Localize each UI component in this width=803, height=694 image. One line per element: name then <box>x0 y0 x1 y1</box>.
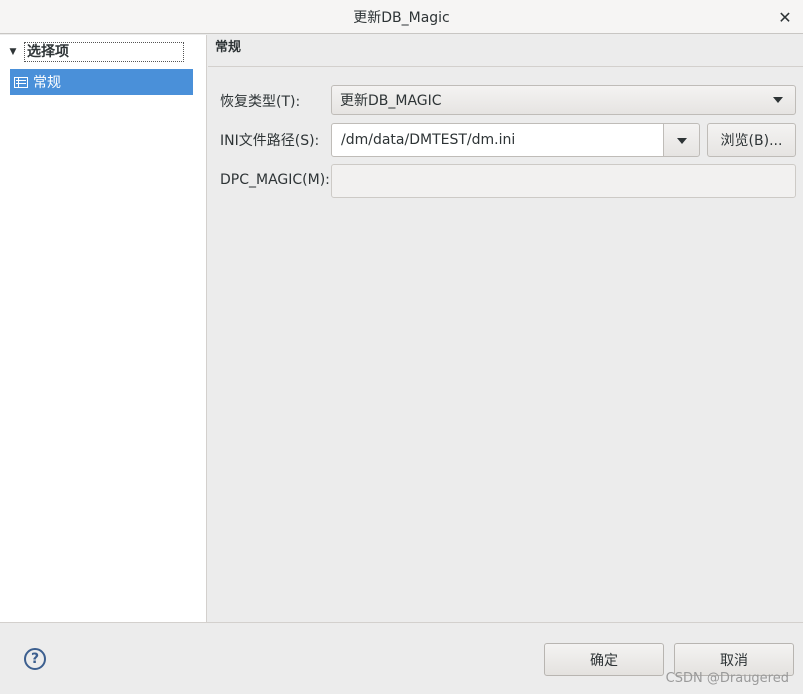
window-title: 更新DB_Magic <box>353 9 450 26</box>
tree-item-general[interactable]: 常规 <box>10 69 193 95</box>
restore-type-value: 更新DB_MAGIC <box>340 93 442 109</box>
tree-root-options[interactable]: ▼ 选择项 <box>6 40 186 64</box>
dpc-magic-input[interactable] <box>331 164 796 198</box>
chevron-down-icon <box>773 97 783 103</box>
watermark: CSDN @Draugered <box>665 671 789 686</box>
tree-root-label: 选择项 <box>24 42 184 62</box>
help-icon[interactable]: ? <box>24 648 46 670</box>
ok-button[interactable]: 确定 <box>544 643 664 676</box>
title-bar: 更新DB_Magic ✕ <box>0 0 803 34</box>
expand-arrow-icon[interactable]: ▼ <box>6 45 20 59</box>
browse-button[interactable]: 浏览(B)... <box>707 123 796 157</box>
ini-path-input[interactable]: /dm/data/DMTEST/dm.ini <box>331 123 664 157</box>
table-icon <box>14 76 28 88</box>
options-tree: ▼ 选择项 常规 <box>0 35 207 622</box>
chevron-down-icon <box>677 138 687 144</box>
restore-type-select[interactable]: 更新DB_MAGIC <box>331 85 796 115</box>
restore-type-label: 恢复类型(T): <box>220 94 301 110</box>
ini-path-label: INI文件路径(S): <box>220 133 320 149</box>
tree-item-label: 常规 <box>33 75 61 91</box>
dpc-magic-label: DPC_MAGIC(M): <box>220 172 330 188</box>
general-panel: 常规 恢复类型(T): 更新DB_MAGIC INI文件路径(S): /dm/d… <box>208 35 803 622</box>
ini-path-value: /dm/data/DMTEST/dm.ini <box>341 132 516 148</box>
close-icon[interactable]: ✕ <box>775 7 795 27</box>
section-title: 常规 <box>208 35 803 67</box>
ini-path-dropdown-button[interactable] <box>663 123 700 157</box>
